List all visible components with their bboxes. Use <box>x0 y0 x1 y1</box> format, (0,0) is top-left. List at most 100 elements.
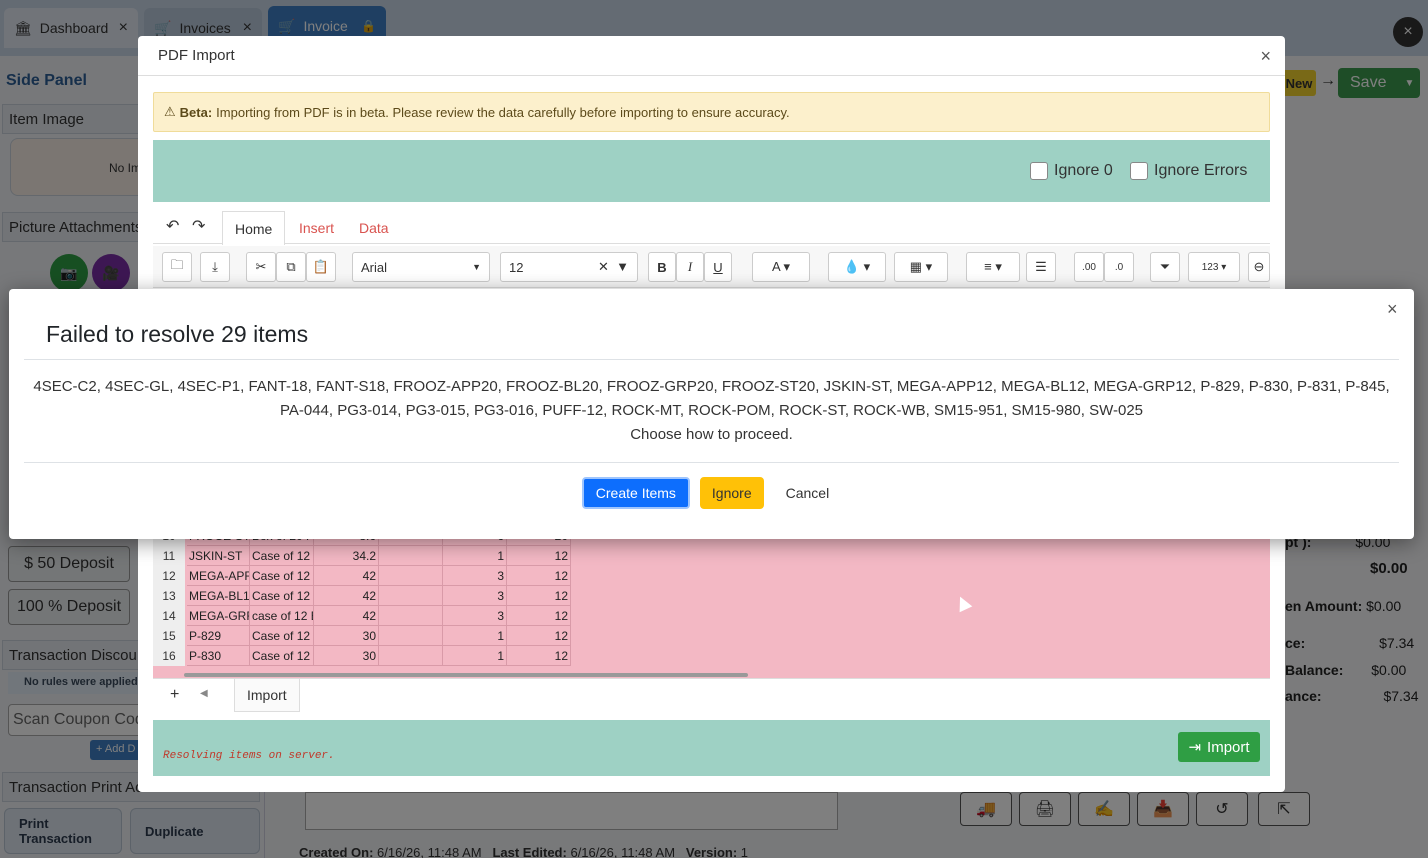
download-icon[interactable]: ⤓ <box>200 252 230 282</box>
align-icon[interactable]: ≡ ▾ <box>966 252 1020 282</box>
filter-icon[interactable]: ⏷ <box>1150 252 1180 282</box>
redo-icon[interactable]: ↷ <box>192 216 205 236</box>
font-size-value: 12 <box>509 259 524 275</box>
beta-label: Beta: <box>179 104 213 120</box>
table-cell[interactable]: 12 <box>507 546 571 566</box>
ignore-errors-checkbox[interactable]: Ignore Errors <box>1130 162 1247 180</box>
horizontal-scrollbar[interactable] <box>184 673 748 677</box>
modal-title: PDF Import <box>158 47 235 64</box>
table-cell[interactable]: 34.2 <box>314 546 379 566</box>
bold-icon[interactable]: B <box>648 252 676 282</box>
ignore-button[interactable]: Ignore <box>699 477 764 509</box>
open-folder-icon[interactable]: 🗀 <box>162 252 192 282</box>
wrap-icon[interactable]: ☰ <box>1026 252 1056 282</box>
row-number[interactable]: 12 <box>153 566 185 586</box>
dialog-actions: Create Items Ignore Cancel <box>9 477 1414 509</box>
divider <box>24 359 1399 360</box>
status-text: Resolving items on server. <box>163 750 335 762</box>
modal-footer: Resolving items on server. ⇥ Import <box>153 720 1270 776</box>
table-cell[interactable]: Case of 12 <box>250 646 314 666</box>
table-cell[interactable]: Case of 12 <box>250 566 314 586</box>
checkbox-label: Ignore Errors <box>1154 162 1248 179</box>
table-cell[interactable]: 3 <box>443 566 507 586</box>
clear-icon[interactable]: ✕ ▼ <box>598 259 629 275</box>
row-number[interactable]: 15 <box>153 626 185 646</box>
row-number[interactable]: 14 <box>153 606 185 626</box>
paste-icon[interactable]: 📋 <box>306 252 336 282</box>
table-cell[interactable]: Case of 12 <box>250 626 314 646</box>
table-cell[interactable]: P-830 <box>187 646 250 666</box>
import-button[interactable]: ⇥ Import <box>1178 732 1260 762</box>
table-cell[interactable]: 1 <box>443 626 507 646</box>
font-family-select[interactable]: Arial ▼ <box>352 252 490 282</box>
ignore-zero-checkbox[interactable]: Ignore 0 <box>1030 162 1113 180</box>
undo-icon[interactable]: ↶ <box>166 216 179 236</box>
table-cell[interactable]: 12 <box>507 566 571 586</box>
font-family-value: Arial <box>361 259 388 275</box>
row-number[interactable]: 13 <box>153 586 185 606</box>
table-cell[interactable]: P-829 <box>187 626 250 646</box>
italic-icon[interactable]: I <box>676 252 704 282</box>
table-cell[interactable] <box>379 646 443 666</box>
chevron-left-icon[interactable]: ◀ <box>200 688 208 699</box>
table-cell[interactable]: 42 <box>314 606 379 626</box>
table-cell[interactable]: 30 <box>314 626 379 646</box>
table-cell[interactable] <box>379 606 443 626</box>
table-cell[interactable]: Case of 12 <box>250 546 314 566</box>
row-number[interactable]: 16 <box>153 646 185 666</box>
number-format-icon[interactable]: 123 ▾ <box>1188 252 1240 282</box>
beta-alert: ⚠ Beta: Importing from PDF is in beta. P… <box>153 92 1270 132</box>
row-number[interactable]: 11 <box>153 546 185 566</box>
options-bar: Ignore 0 Ignore Errors <box>153 140 1270 202</box>
table-cell[interactable]: 3 <box>443 606 507 626</box>
table-cell[interactable]: MEGA-GRF <box>187 606 250 626</box>
close-icon[interactable]: × <box>1387 299 1398 320</box>
import-label: Import <box>1207 738 1250 756</box>
table-cell[interactable]: 3 <box>443 586 507 606</box>
dialog-prompt: Choose how to proceed. <box>630 426 793 443</box>
table-cell[interactable]: 42 <box>314 586 379 606</box>
table-cell[interactable] <box>379 586 443 606</box>
table-cell[interactable] <box>379 546 443 566</box>
borders-icon[interactable]: ▦ ▾ <box>894 252 948 282</box>
table-cell[interactable]: 30 <box>314 646 379 666</box>
decrease-decimal-icon[interactable]: .00 <box>1074 252 1104 282</box>
table-cell[interactable]: 12 <box>507 626 571 646</box>
table-cell[interactable]: 1 <box>443 546 507 566</box>
table-cell[interactable]: 1 <box>443 646 507 666</box>
table-cell[interactable] <box>379 566 443 586</box>
table-cell[interactable]: 12 <box>507 586 571 606</box>
tab-insert[interactable]: Insert <box>287 211 346 245</box>
table-cell[interactable]: MEGA-APF <box>187 566 250 586</box>
underline-icon[interactable]: U <box>704 252 732 282</box>
table-cell[interactable]: case of 12 E <box>250 606 314 626</box>
increase-decimal-icon[interactable]: .0 <box>1104 252 1134 282</box>
table-cell[interactable]: MEGA-BL1 <box>187 586 250 606</box>
table-cell[interactable]: 12 <box>507 606 571 626</box>
table-cell[interactable]: 42 <box>314 566 379 586</box>
table-cell[interactable]: JSKIN-ST <box>187 546 250 566</box>
tab-data[interactable]: Data <box>347 211 401 245</box>
table-cell[interactable]: 12 <box>507 646 571 666</box>
login-icon: ⇥ <box>1188 739 1202 756</box>
chevron-down-icon: ▼ <box>472 262 481 272</box>
table-cell[interactable] <box>379 626 443 646</box>
checkbox[interactable] <box>1130 162 1148 180</box>
resolve-failure-dialog: Failed to resolve 29 items × 4SEC-C2, 4S… <box>9 289 1414 539</box>
copy-icon[interactable]: ⧉ <box>276 252 306 282</box>
fill-color-icon[interactable]: 💧 ▾ <box>828 252 886 282</box>
add-sheet-icon[interactable]: + <box>170 686 179 704</box>
create-items-button[interactable]: Create Items <box>581 477 690 509</box>
font-color-icon[interactable]: A ▾ <box>752 252 810 282</box>
sheet-tab-import[interactable]: Import <box>234 678 300 712</box>
tab-home[interactable]: Home <box>222 211 286 245</box>
cut-icon[interactable]: ✂ <box>246 252 276 282</box>
close-icon[interactable]: × <box>1260 46 1271 67</box>
checkbox[interactable] <box>1030 162 1048 180</box>
font-size-select[interactable]: 12 ✕ ▼ <box>500 252 638 282</box>
warning-icon: ⚠ <box>164 104 176 119</box>
cancel-button[interactable]: Cancel <box>774 477 842 509</box>
table-cell[interactable]: Case of 12 <box>250 586 314 606</box>
link-icon[interactable]: ⊖ <box>1248 252 1270 282</box>
unresolved-items-line: PA-044, PG3-014, PG3-015, PG3-016, PUFF-… <box>279 402 1144 419</box>
